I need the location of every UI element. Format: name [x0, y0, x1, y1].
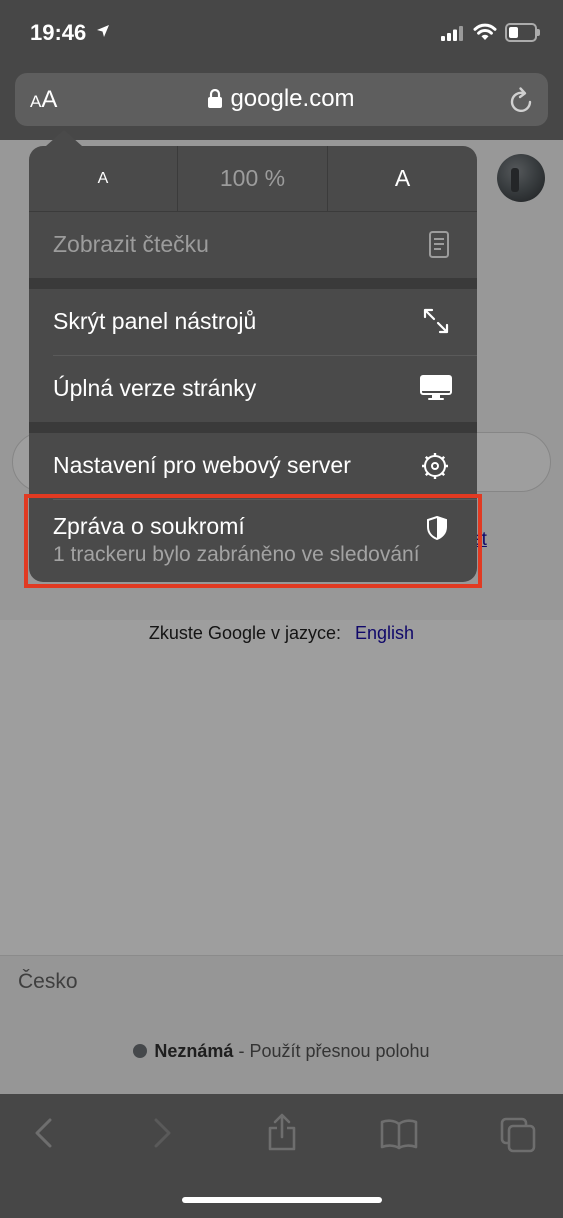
website-settings-label: Nastavení pro webový server — [53, 452, 351, 478]
menu-pointer — [46, 130, 82, 146]
back-icon[interactable] — [33, 1117, 53, 1149]
show-reader-label: Zobrazit čtečku — [53, 231, 209, 257]
desktop-icon — [420, 375, 452, 400]
desktop-site-label: Úplná verze stránky — [53, 375, 257, 401]
zoom-decrease-button[interactable]: A — [29, 146, 177, 211]
status-time: 19:46 — [30, 20, 87, 45]
desktop-site-item[interactable]: Úplná verze stránky — [29, 356, 477, 422]
highlight-box — [24, 494, 482, 588]
website-settings-item[interactable]: Nastavení pro webový server — [29, 433, 477, 499]
reload-icon[interactable] — [509, 86, 535, 114]
home-indicator[interactable] — [182, 1197, 382, 1203]
zoom-controls: A 100 % A — [29, 146, 477, 212]
battery-icon — [505, 23, 537, 42]
zoom-increase-button[interactable]: A — [328, 146, 477, 211]
expand-arrows-icon — [423, 308, 449, 334]
url-display[interactable]: google.com — [0, 85, 563, 113]
zoom-level[interactable]: 100 % — [178, 146, 327, 211]
reader-icon — [429, 231, 449, 258]
show-reader-item[interactable]: Zobrazit čtečku — [29, 212, 477, 278]
location-arrow-icon — [97, 25, 109, 37]
wifi-icon — [473, 23, 497, 40]
url-domain: google.com — [230, 85, 355, 112]
hide-toolbar-label: Skrýt panel nástrojů — [53, 308, 257, 334]
tabs-icon[interactable] — [500, 1117, 536, 1153]
bookmarks-icon[interactable] — [380, 1118, 418, 1150]
gear-icon — [422, 453, 448, 479]
battery-tip — [537, 29, 540, 36]
lock-icon — [208, 89, 223, 108]
hide-toolbar-item[interactable]: Skrýt panel nástrojů — [29, 289, 477, 355]
cellular-signal-icon — [441, 26, 463, 41]
share-icon[interactable] — [266, 1113, 298, 1151]
forward-icon[interactable] — [153, 1117, 173, 1149]
